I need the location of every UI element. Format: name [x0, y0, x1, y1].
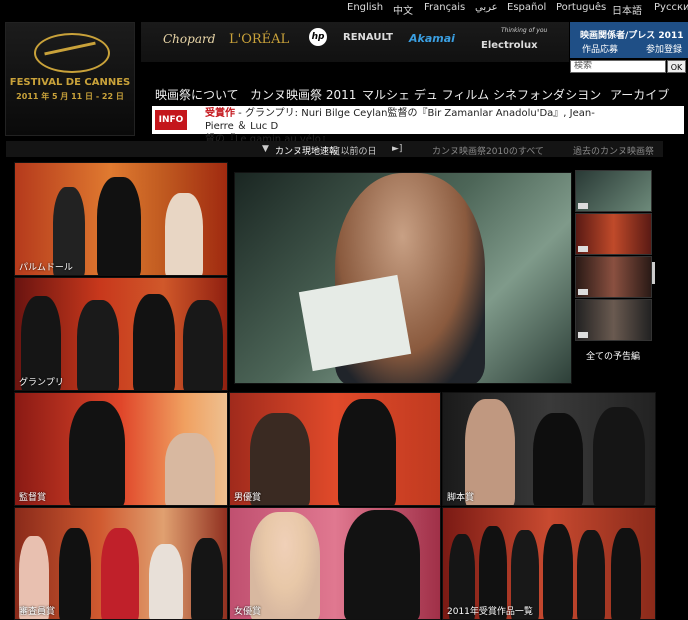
photo-figure [183, 300, 223, 390]
sponsor-tagline: Thinking of you [501, 27, 548, 34]
tile-palme-dor[interactable]: パルムドール [14, 162, 228, 276]
lang-arabic[interactable]: عربي [475, 2, 498, 13]
info-bold: 受賞作 [205, 108, 235, 119]
lang-japanese[interactable]: 日本語 [612, 2, 642, 17]
sponsor-bar: Chopard L'ORÉAL hp RENAULT Akamai Thinki… [141, 22, 569, 62]
lang-french[interactable]: Français [424, 2, 465, 13]
tile-caption: 女優賞 [234, 607, 262, 617]
photo-figure [577, 530, 605, 619]
live-arrow-icon: ▼ [262, 144, 269, 154]
lang-russian[interactable]: Русский [654, 2, 688, 13]
photo-figure [77, 300, 119, 390]
info-line1: - グランプリ: Nuri Bilge Ceylan監督の『Bir Zamanl… [205, 108, 595, 132]
tile-2011-winners[interactable]: 2011年受賞作品一覧 [442, 507, 656, 620]
photo-figure [338, 399, 396, 505]
sponsor-renault[interactable]: RENAULT [343, 32, 393, 43]
nav-about[interactable]: 映画祭について [155, 86, 239, 103]
photo-figure [101, 528, 139, 619]
video-camera-icon [578, 332, 588, 338]
photo-figure [543, 524, 573, 619]
live-news-link[interactable]: カンヌ現地速報 [275, 144, 338, 157]
info-label: INFO [155, 110, 187, 130]
language-bar: English 中文 Français عربي Español Portugu… [0, 0, 688, 17]
tile-grand-prix[interactable]: グランプリ [14, 277, 228, 391]
photo-figure [533, 413, 583, 505]
tile-best-director[interactable]: 監督賞 [14, 392, 228, 506]
lang-portuguese[interactable]: Português [556, 2, 606, 13]
sponsor-chopard[interactable]: Chopard [163, 32, 215, 46]
tile-caption: 2011年受賞作品一覧 [447, 607, 533, 617]
festival-dates: 2011 年 5 月 11 日 - 22 日 [16, 92, 124, 101]
press-panel[interactable]: 映画関係者/プレス 2011 作品応募 参加登録 [570, 22, 688, 58]
search-ok-button[interactable]: OK [667, 60, 686, 73]
tile-caption: 男優賞 [234, 493, 262, 503]
sponsor-hp[interactable]: hp [309, 28, 327, 46]
video-camera-icon [578, 203, 588, 209]
trailer-thumb-4[interactable] [575, 299, 652, 341]
trailer-thumb-2[interactable] [575, 213, 652, 255]
tile-caption: 脚本賞 [447, 493, 475, 503]
photo-figure [611, 528, 641, 619]
photo-figure [344, 510, 420, 619]
trailer-thumb-3[interactable] [575, 256, 652, 298]
nav-festival-2011[interactable]: カンヌ映画祭 2011 [250, 86, 356, 103]
tile-caption: パルムドール [19, 263, 73, 273]
thumb-scrollbar[interactable] [652, 262, 655, 284]
video-camera-icon [578, 289, 588, 295]
video-player[interactable] [234, 172, 572, 384]
search-input[interactable]: 検索 [570, 60, 666, 73]
tile-jury-prize[interactable]: 審査員賞 [14, 507, 228, 620]
sponsor-akamai[interactable]: Akamai [409, 32, 455, 45]
photo-figure [593, 407, 645, 505]
tile-caption: 監督賞 [19, 493, 47, 503]
sponsor-electrolux[interactable]: Electrolux [481, 40, 538, 51]
nav-cinefondation[interactable]: シネフォンダシヨン [493, 86, 601, 103]
all-trailers-link[interactable]: 全ての予告編 [586, 349, 640, 362]
festival-title: FESTIVAL DE CANNES [9, 77, 131, 88]
prev-days-link[interactable]: [以前の日 [337, 144, 377, 157]
tile-caption: 審査員賞 [19, 607, 56, 617]
photo-paper [298, 274, 412, 372]
press-title[interactable]: 映画関係者/プレス 2011 [580, 28, 683, 41]
lang-spanish[interactable]: Español [507, 2, 546, 13]
lang-english[interactable]: English [347, 2, 383, 13]
tile-caption: グランプリ [19, 378, 64, 388]
festival-logo[interactable]: FESTIVAL DE CANNES 2011 年 5 月 11 日 - 22 … [5, 22, 135, 136]
prev-days-arrow[interactable]: ►] [392, 144, 402, 154]
festival-2010-link[interactable]: カンヌ映画祭2010のすべて [432, 144, 544, 157]
trailer-thumb-1[interactable] [575, 170, 652, 212]
photo-figure [191, 538, 223, 619]
lang-chinese[interactable]: 中文 [393, 2, 413, 17]
photo-figure [59, 528, 91, 619]
tile-best-actress[interactable]: 女優賞 [229, 507, 441, 620]
nav-marche[interactable]: マルシェ デュ フィルム [362, 86, 489, 103]
photo-figure [165, 193, 203, 275]
video-camera-icon [578, 246, 588, 252]
photo-figure [149, 544, 183, 619]
photo-figure [165, 433, 215, 505]
photo-figure [69, 401, 125, 505]
photo-figure [97, 177, 141, 275]
tile-best-screenplay[interactable]: 脚本賞 [442, 392, 656, 506]
nav-archives[interactable]: アーカイブ [610, 86, 669, 103]
past-festivals-link[interactable]: 過去のカンヌ映画祭 [573, 144, 654, 157]
tile-best-actor[interactable]: 男優賞 [229, 392, 441, 506]
press-link-submit[interactable]: 作品応募 [582, 42, 618, 55]
press-link-register[interactable]: 参加登録 [646, 42, 682, 55]
photo-figure [133, 294, 175, 390]
sponsor-loreal[interactable]: L'ORÉAL [229, 32, 289, 47]
